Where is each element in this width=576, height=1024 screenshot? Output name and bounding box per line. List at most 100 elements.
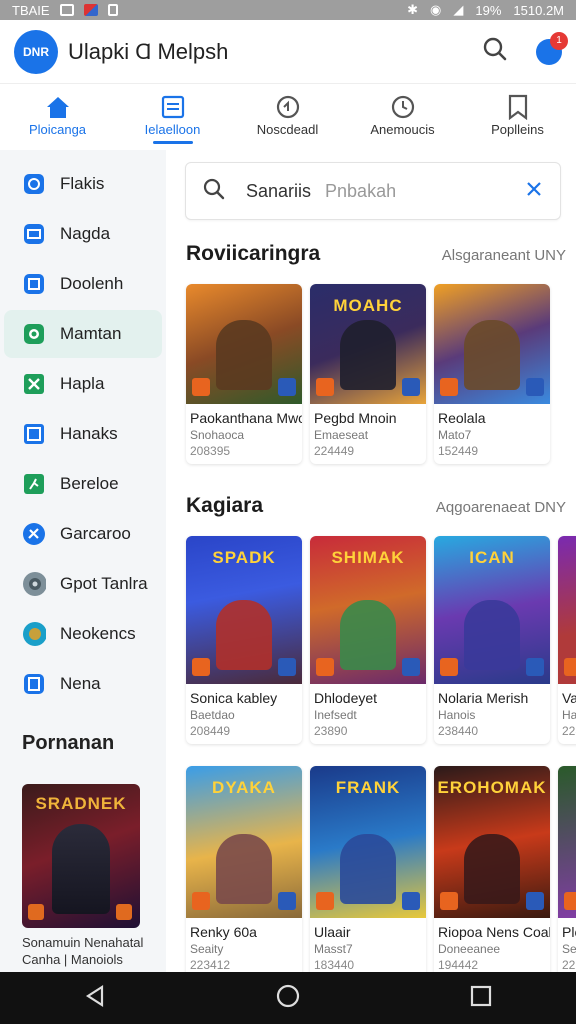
search-bar[interactable]: Sanariis Pnbakah [185, 162, 561, 220]
game-card[interactable]: DYAKA Renky 60a Seaity 223412 [186, 766, 302, 972]
platform-icon [402, 892, 420, 910]
section-more-link[interactable]: Aqgoarenaeat DNY [436, 499, 566, 516]
sidebar-section-title: Pornanan [22, 732, 115, 754]
tab-list[interactable]: Ielaelloon [115, 84, 230, 150]
section-title: Kagiara [186, 494, 264, 517]
game-card[interactable]: Reolala Mato7 152449 [434, 284, 550, 464]
game-card[interactable]: FRANK Ulaair Masst7 183440 [310, 766, 426, 972]
game-subtitle: Emaeseat [314, 428, 369, 442]
game-title: Riopoa Nens Coaliao [438, 924, 550, 940]
game-logo-text: FRANK [335, 778, 401, 797]
promo-image[interactable]: SRADNEK [22, 784, 140, 928]
tab-clock[interactable]: Anemoucis [345, 84, 460, 150]
signal-icon: ◢ [453, 2, 464, 17]
clear-icon[interactable] [524, 179, 544, 204]
section-header: Kagiara Aqgoarenaeat DNY [186, 494, 566, 518]
sidebar-item-garcaroo[interactable]: Garcaroo [4, 510, 162, 558]
game-count: 223412 [190, 958, 231, 972]
game-thumbnail: SPADK [186, 536, 302, 684]
game-title: Paokanthana Mwock [190, 410, 302, 426]
sidebar-item-neokencs[interactable]: Neokencs [4, 610, 162, 658]
age-rating-icon [440, 892, 458, 910]
game-subtitle: Sele [562, 942, 576, 956]
game-count: 238440 [438, 724, 479, 738]
home-icon [0, 92, 115, 122]
search-icon[interactable] [482, 36, 508, 67]
bookmark-icon [460, 92, 575, 122]
sidebar-item-mamtan[interactable]: Mamtan [4, 310, 162, 358]
game-character [464, 320, 520, 390]
game-count: 194442 [438, 958, 479, 972]
game-title: Vaniero [562, 690, 576, 706]
tab-home[interactable]: Ploicanga [0, 84, 115, 150]
platform-icon [402, 378, 420, 396]
game-card[interactable]: Plei Sele 22 [558, 766, 576, 972]
game-character [216, 320, 272, 390]
sidebar-item-label: Gpot Tanlra [60, 574, 148, 593]
window-icon [22, 222, 46, 246]
tab-label: Poplleins [491, 122, 544, 137]
document-icon [22, 672, 46, 696]
game-logo-text: SHIMAK [331, 548, 405, 567]
game-card[interactable]: EROHOMAK Riopoa Nens Coaliao Doneeanee 1944… [434, 766, 550, 972]
sidebar-item-hanaks[interactable]: Hanaks [4, 410, 162, 458]
age-rating-icon [316, 892, 334, 910]
frame-icon [22, 422, 46, 446]
sidebar-item-label: Nena [60, 674, 101, 693]
game-subtitle: Snohaoca [190, 428, 245, 442]
game-card[interactable]: ICAN Nolaria Merish Hanois 238440 [434, 536, 550, 744]
game-character [340, 320, 396, 390]
game-subtitle: Hacio [562, 708, 576, 722]
game-title: Nolaria Merish [438, 690, 529, 706]
tab-label: Noscdeadl [256, 122, 319, 137]
game-card[interactable]: Paokanthana Mwock Snohaoca 208395 [186, 284, 302, 464]
section-more-link[interactable]: Alsgaraneant UNY [442, 247, 566, 264]
promo-character [52, 824, 110, 914]
cross-icon [22, 372, 46, 396]
sidebar-item-label: Flakis [60, 174, 105, 193]
game-card[interactable]: SPADK Sonica kabley Baetdao 208449 [186, 536, 302, 744]
game-thumbnail [434, 284, 550, 404]
game-card[interactable]: MOAHC Pegbd Mnoin Emaeseat 224449 [310, 284, 426, 464]
game-thumbnail: FRANK [310, 766, 426, 918]
game-thumbnail: SHIMAK [310, 536, 426, 684]
sidebar-item-label: Hapla [60, 374, 105, 393]
game-logo-text: EROHOMAK [437, 778, 547, 797]
avatar[interactable]: 1 [536, 31, 568, 65]
home-circle-icon[interactable] [275, 983, 301, 1014]
bluetooth-icon: ✱ [407, 2, 419, 17]
status-left-text: TBAIE [12, 2, 50, 18]
age-rating-icon [316, 658, 334, 676]
sidebar-item-nagda[interactable]: Nagda [4, 210, 162, 258]
game-count: 208449 [190, 724, 231, 738]
back-icon[interactable] [84, 984, 106, 1013]
age-rating-icon [440, 378, 458, 396]
game-thumbnail [186, 284, 302, 404]
sidebar-item-label: Nagda [60, 224, 111, 243]
game-logo-text: MOAHC [333, 296, 403, 315]
game-card[interactable]: Vaniero Hacio 22849 [558, 536, 576, 744]
sidebar-item-hapla[interactable]: Hapla [4, 360, 162, 408]
sidebar-item-flakis[interactable]: Flakis [4, 160, 162, 208]
tab-bookmark[interactable]: Poplleins [460, 84, 575, 150]
sidebar-item-nena[interactable]: Nena [4, 660, 162, 708]
recents-icon[interactable] [470, 985, 492, 1012]
section-header: Roviicaringra Alsgaraneant UNY [186, 242, 566, 266]
game-character [340, 834, 396, 904]
age-rating-icon [192, 658, 210, 676]
app-logo[interactable]: DNR [14, 29, 58, 74]
game-subtitle: Masst7 [314, 942, 353, 956]
game-subtitle: Inefsedt [314, 708, 357, 722]
sidebar-item-bereloe[interactable]: Bereloe [4, 460, 162, 508]
main-content: Sanariis Pnbakah Roviicaringra Alsgarane… [166, 150, 576, 972]
green-app-icon [22, 322, 46, 346]
age-rating-icon [564, 658, 576, 676]
game-row: DYAKA Renky 60a Seaity 223412 FRANK Ulaair Mas… [186, 766, 576, 972]
sidebar-item-doolenh[interactable]: Doolenh [4, 260, 162, 308]
game-row: Paokanthana Mwock Snohaoca 208395 MOAHC Pegb… [186, 284, 550, 464]
sidebar-item-gpot-tanlra[interactable]: Gpot Tanlra [4, 560, 162, 608]
game-card[interactable]: SHIMAK Dhlodeyet Inefsedt 23890 [310, 536, 426, 744]
tab-refresh[interactable]: Noscdeadl [230, 84, 345, 150]
age-rating-icon [316, 378, 334, 396]
platform-icon [526, 658, 544, 676]
